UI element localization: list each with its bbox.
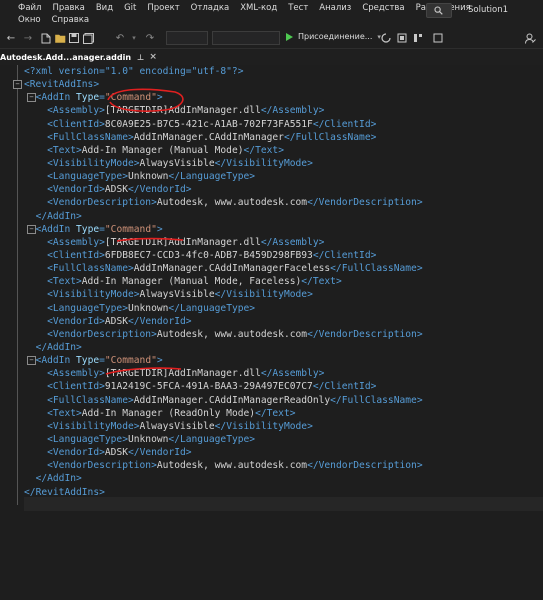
menu-row-main: Файл Правка Вид Git Проект Отладка XML-к… [18, 3, 482, 13]
open-icon[interactable] [54, 31, 66, 45]
tab-title: Autodesk.Add...anager.addin [0, 52, 132, 62]
menu-bar: Файл Правка Вид Git Проект Отладка XML-к… [0, 0, 543, 28]
menu-xml[interactable]: XML-код [240, 3, 277, 13]
search-icon [434, 6, 443, 15]
hot-reload-icon[interactable] [380, 31, 392, 45]
forward-icon[interactable]: → [23, 31, 33, 45]
undo-icon[interactable]: ↶ [114, 31, 126, 45]
red-annotations [105, 88, 184, 375]
annotation-underline [105, 367, 182, 375]
annotation-oval [107, 88, 184, 112]
menu-debug[interactable]: Отладка [191, 3, 230, 13]
menu-window[interactable]: Окно [18, 15, 41, 25]
menu-git[interactable]: Git [124, 3, 136, 13]
toolbar: ← → ↶ ▾ ↷ Присоединение... ▾ [0, 28, 543, 49]
menu-analyze[interactable]: Анализ [319, 3, 351, 13]
toolbar-more-icon[interactable] [432, 31, 444, 45]
menu-tools[interactable]: Средства [362, 3, 404, 13]
menu-test[interactable]: Тест [288, 3, 308, 13]
configuration-dropdown[interactable] [166, 31, 208, 45]
close-icon[interactable]: × [149, 52, 157, 62]
annotation-underline [116, 237, 184, 242]
back-icon[interactable]: ← [6, 31, 16, 45]
redo-icon[interactable]: ↷ [144, 31, 156, 45]
run-label: Присоединение... [298, 32, 373, 41]
new-item-icon[interactable] [40, 31, 52, 45]
diagnostics-icon[interactable] [396, 31, 408, 45]
attach-run-button[interactable]: Присоединение... ▾ [286, 32, 381, 41]
play-icon [286, 32, 293, 41]
document-tab-strip: Autodesk.Add...anager.addin ⊥ × [0, 49, 543, 67]
menu-file[interactable]: Файл [18, 3, 41, 13]
menu-help[interactable]: Справка [52, 15, 89, 25]
save-all-icon[interactable] [82, 31, 94, 45]
menu-edit[interactable]: Правка [52, 3, 84, 13]
menu-view[interactable]: Вид [96, 3, 113, 13]
platform-dropdown[interactable] [212, 31, 280, 45]
solution-name: Solution1 [468, 5, 509, 15]
pin-icon[interactable]: ⊥ [137, 53, 144, 62]
layout-icon[interactable] [412, 31, 424, 45]
live-share-icon[interactable] [524, 31, 536, 45]
code-editor[interactable]: − − − − <?xml version="1.0" encoding="ut… [0, 65, 543, 600]
chevron-down-icon[interactable]: ▾ [130, 31, 138, 45]
menu-project[interactable]: Проект [147, 3, 179, 13]
search-button[interactable] [426, 3, 452, 18]
save-icon[interactable] [68, 31, 80, 45]
menu-row-secondary: Окно Справка [18, 15, 100, 25]
